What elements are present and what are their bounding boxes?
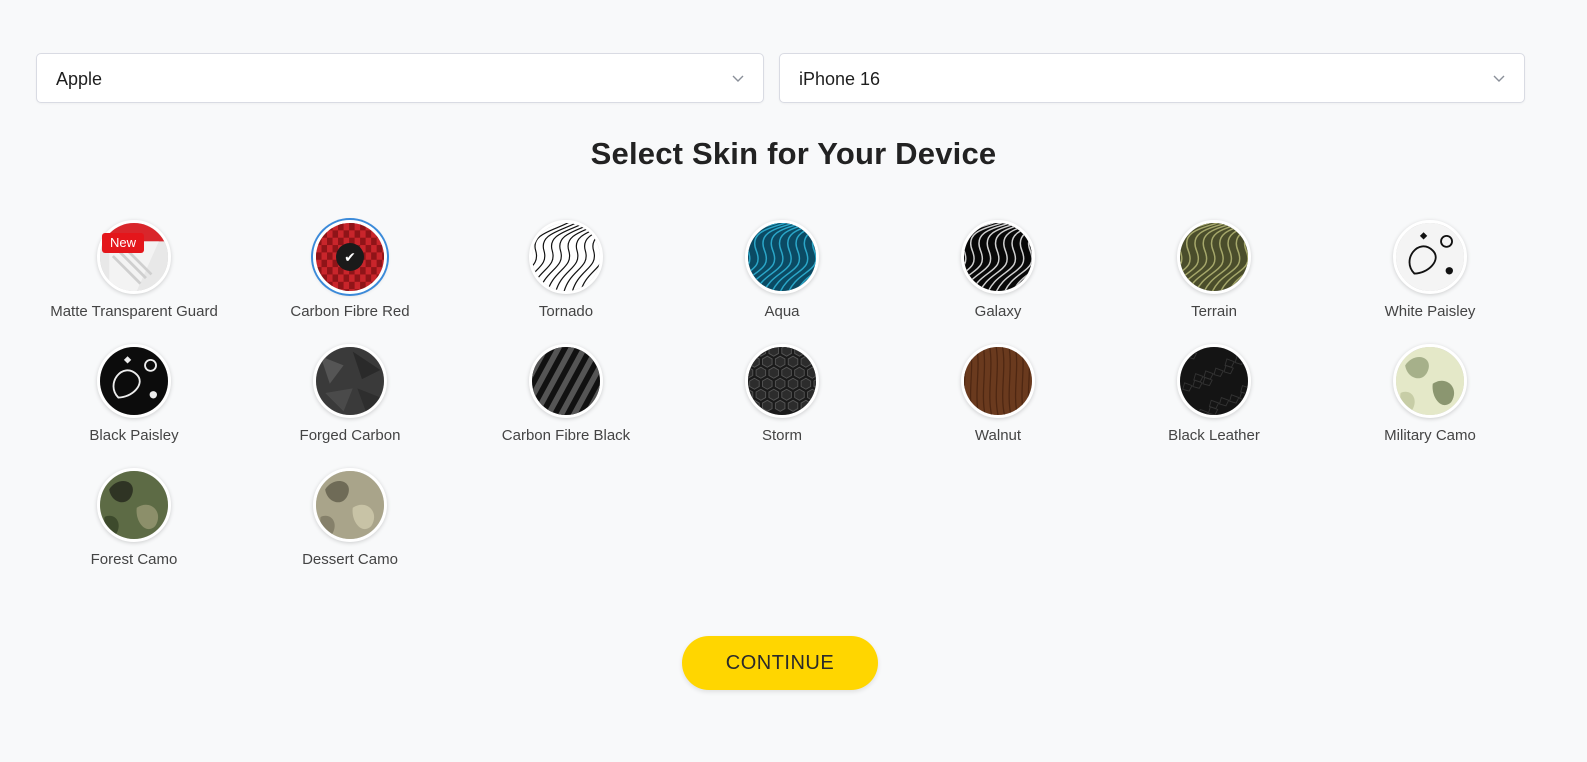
skin-option[interactable]: Galaxy bbox=[898, 220, 1098, 330]
skin-label: Forged Carbon bbox=[299, 427, 401, 444]
skin-swatch bbox=[961, 220, 1035, 294]
skin-swatch bbox=[313, 344, 387, 418]
skin-option[interactable]: Forged Carbon bbox=[250, 344, 450, 454]
skin-swatch bbox=[529, 220, 603, 294]
skin-swatch bbox=[1393, 220, 1467, 294]
skin-option[interactable]: Forest Camo bbox=[34, 468, 234, 578]
skin-option[interactable]: ✔ Carbon Fibre Red bbox=[250, 220, 450, 330]
skin-swatch bbox=[313, 468, 387, 542]
check-icon: ✔ bbox=[336, 243, 364, 271]
model-select-value: iPhone 16 bbox=[799, 69, 881, 89]
skin-label: Dessert Camo bbox=[302, 551, 398, 568]
brand-select[interactable]: Apple bbox=[36, 53, 764, 103]
skin-swatch bbox=[1177, 344, 1251, 418]
skin-label: Terrain bbox=[1191, 303, 1237, 320]
skin-swatch bbox=[97, 468, 171, 542]
skin-label: White Paisley bbox=[1384, 303, 1476, 320]
brand-select-value: Apple bbox=[56, 69, 103, 89]
skin-swatch bbox=[97, 220, 171, 294]
skin-option[interactable]: Military Camo bbox=[1330, 344, 1530, 454]
skin-label: Forest Camo bbox=[90, 551, 178, 568]
skin-label: Carbon Fibre Red bbox=[290, 303, 410, 320]
skin-swatch bbox=[529, 344, 603, 418]
skin-label: Carbon Fibre Black bbox=[501, 427, 631, 444]
skin-option[interactable]: Dessert Camo bbox=[250, 468, 450, 578]
skin-swatch bbox=[745, 220, 819, 294]
chevron-down-icon bbox=[1493, 75, 1505, 82]
skin-label: Storm bbox=[761, 427, 802, 444]
skin-swatch bbox=[745, 344, 819, 418]
skin-option[interactable]: Terrain bbox=[1114, 220, 1314, 330]
skin-option[interactable]: Black Leather bbox=[1114, 344, 1314, 454]
chevron-down-icon bbox=[732, 75, 744, 82]
skin-label: Black Paisley bbox=[89, 427, 179, 444]
skin-option[interactable]: White Paisley bbox=[1330, 220, 1530, 330]
skin-option[interactable]: Black Paisley bbox=[34, 344, 234, 454]
skin-swatch bbox=[961, 344, 1035, 418]
skin-swatch bbox=[97, 344, 171, 418]
skin-label: Walnut bbox=[974, 427, 1022, 444]
new-badge: New bbox=[102, 233, 145, 253]
skin-option[interactable]: Aqua bbox=[682, 220, 882, 330]
model-select[interactable]: iPhone 16 bbox=[779, 53, 1525, 103]
continue-button[interactable]: CONTINUE bbox=[682, 636, 878, 690]
device-selectors: Apple iPhone 16 bbox=[36, 53, 1525, 105]
skin-label: Matte Transparent Guard bbox=[50, 303, 218, 320]
skin-label: Galaxy bbox=[974, 303, 1022, 320]
skin-label: Military Camo bbox=[1384, 427, 1476, 444]
skin-option[interactable]: Walnut bbox=[898, 344, 1098, 454]
skin-label: Aqua bbox=[764, 303, 800, 320]
skin-swatch bbox=[1177, 220, 1251, 294]
skin-option[interactable]: New Matte Transparent Guard bbox=[34, 220, 234, 330]
skin-swatch bbox=[1393, 344, 1467, 418]
skin-option[interactable]: Storm bbox=[682, 344, 882, 454]
skin-label: Tornado bbox=[538, 303, 594, 320]
page-title: Select Skin for Your Device bbox=[590, 136, 997, 171]
skin-label: Black Leather bbox=[1168, 427, 1260, 444]
skin-option[interactable]: Carbon Fibre Black bbox=[466, 344, 666, 454]
skin-option[interactable]: Tornado bbox=[466, 220, 666, 330]
